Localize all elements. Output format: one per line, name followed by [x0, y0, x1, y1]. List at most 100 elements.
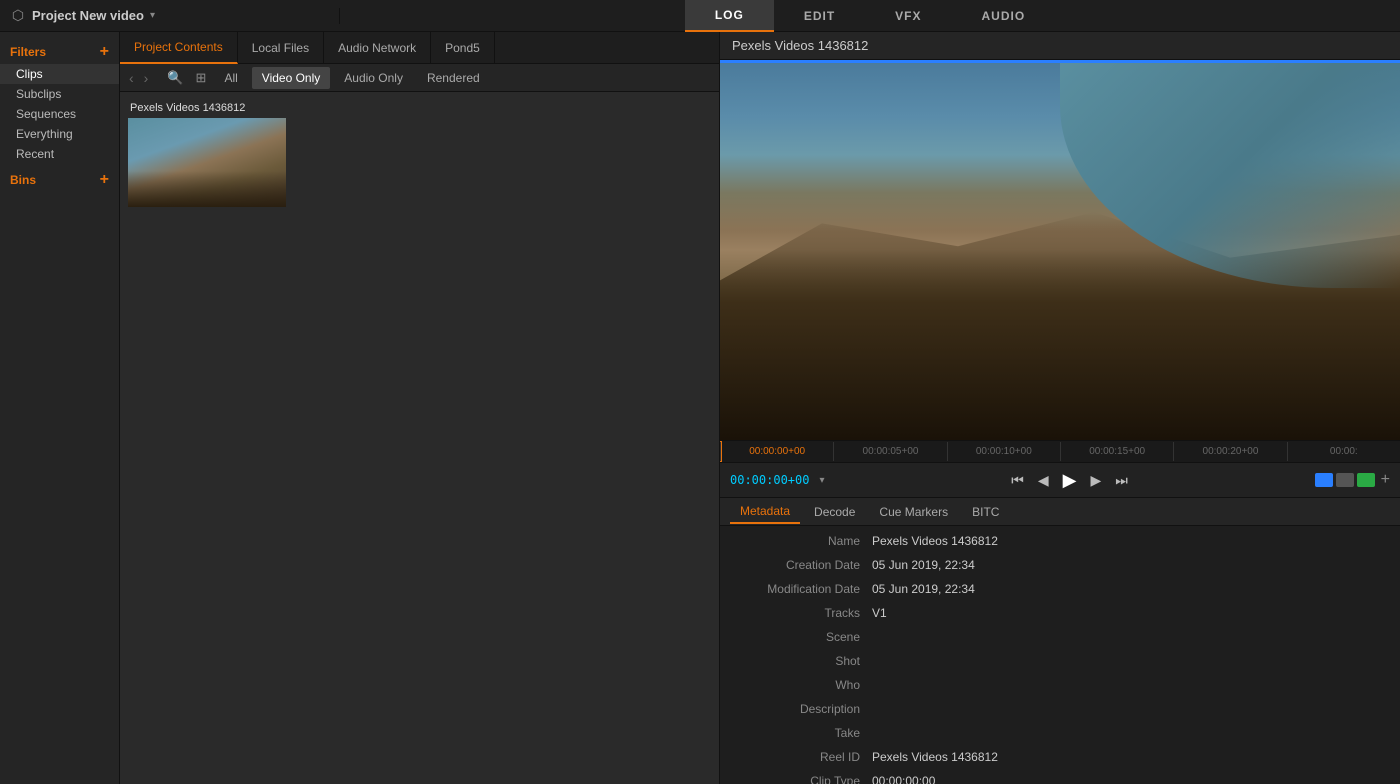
- timecode-4: 00:00:20+00: [1173, 442, 1286, 461]
- left-panel: Filters + Clips Subclips Sequences Every…: [0, 32, 120, 784]
- project-dropdown-icon[interactable]: ▾: [150, 10, 155, 21]
- meta-value: Pexels Videos 1436812: [872, 750, 1388, 764]
- nav-edit[interactable]: EDIT: [774, 0, 865, 32]
- meta-value: 05 Jun 2019, 22:34: [872, 582, 1388, 596]
- meta-value: V1: [872, 606, 1388, 620]
- bins-header: Bins +: [0, 164, 119, 192]
- metadata-row: Scene: [732, 630, 1388, 650]
- meta-tab-bitc[interactable]: BITC: [962, 500, 1009, 524]
- filters-header: Filters +: [0, 40, 119, 64]
- metadata-row: Name Pexels Videos 1436812: [732, 534, 1388, 554]
- meta-tab-cue-markers[interactable]: Cue Markers: [869, 500, 958, 524]
- nav-log[interactable]: LOG: [685, 0, 774, 32]
- preview-title: Pexels Videos 1436812: [720, 32, 1400, 60]
- meta-label: Creation Date: [732, 558, 872, 572]
- content-grid: Pexels Videos 1436812: [120, 92, 719, 784]
- metadata-row: Reel ID Pexels Videos 1436812: [732, 750, 1388, 770]
- next-frame-button[interactable]: ▶: [1087, 470, 1106, 491]
- timecode-dropdown[interactable]: ▾: [819, 475, 824, 486]
- timecode-1: 00:00:05+00: [833, 442, 946, 461]
- timeline-bar[interactable]: 00:00:00+00 00:00:05+00 00:00:10+00 00:0…: [720, 440, 1400, 462]
- subtab-all[interactable]: All: [214, 67, 247, 89]
- metadata-row: Clip Type 00:00:00:00: [732, 774, 1388, 784]
- add-filter-icon[interactable]: +: [100, 44, 109, 60]
- bins-label: Bins: [10, 173, 36, 187]
- metadata-tabs: Metadata Decode Cue Markers BITC: [720, 498, 1400, 526]
- meta-label: Who: [732, 678, 872, 692]
- timecode-0: 00:00:00+00: [720, 442, 833, 461]
- meta-label: Shot: [732, 654, 872, 668]
- search-icon[interactable]: 🔍: [163, 68, 187, 88]
- meta-value: Pexels Videos 1436812: [872, 534, 1388, 548]
- thumb-scene-bg: [128, 118, 286, 207]
- meta-value: 00:00:00:00: [872, 774, 1388, 784]
- metadata-row: Who: [732, 678, 1388, 698]
- meta-label: Tracks: [732, 606, 872, 620]
- audio-channel-2[interactable]: [1336, 473, 1354, 487]
- metadata-row: Tracks V1: [732, 606, 1388, 626]
- forward-arrow[interactable]: ›: [141, 68, 152, 88]
- timecode-3: 00:00:15+00: [1060, 442, 1173, 461]
- audio-channel-1[interactable]: [1315, 473, 1333, 487]
- audio-channel-3[interactable]: [1357, 473, 1375, 487]
- sidebar-item-everything[interactable]: Everything: [0, 124, 119, 144]
- meta-label: Clip Type: [732, 774, 872, 784]
- back-arrow[interactable]: ‹: [126, 68, 137, 88]
- sidebar-item-recent[interactable]: Recent: [0, 144, 119, 164]
- timecode-5: 00:00:: [1287, 442, 1400, 461]
- right-panel: Pexels Videos 1436812 00:00:00+00 00:00:…: [720, 32, 1400, 784]
- nav-arrows: ‹ ›: [126, 68, 151, 88]
- subtab-video-only[interactable]: Video Only: [252, 67, 330, 89]
- meta-tab-metadata[interactable]: Metadata: [730, 500, 800, 524]
- top-bar: ⬡ Project New video ▾ LOG EDIT VFX AUDIO: [0, 0, 1400, 32]
- audio-controls: [1315, 473, 1375, 487]
- playback-controls: 00:00:00+00 ▾ ⏮ ◀ ▶ ▶ ⏭ +: [720, 462, 1400, 498]
- video-scene-bg: [720, 60, 1400, 440]
- add-bin-icon[interactable]: +: [100, 172, 109, 188]
- timecode-2: 00:00:10+00: [947, 442, 1060, 461]
- prev-frame-button[interactable]: ◀: [1034, 470, 1053, 491]
- timecode-display: 00:00:00+00: [730, 473, 809, 487]
- meta-label: Take: [732, 726, 872, 740]
- meta-label: Scene: [732, 630, 872, 644]
- metadata-row: Creation Date 05 Jun 2019, 22:34: [732, 558, 1388, 578]
- metadata-row: Shot: [732, 654, 1388, 674]
- grid-view-icon[interactable]: ⊞: [192, 68, 211, 88]
- video-top-accent: [720, 60, 1400, 63]
- tab-pond5[interactable]: Pond5: [431, 32, 495, 64]
- tab-local-files[interactable]: Local Files: [238, 32, 324, 64]
- nav-vfx[interactable]: VFX: [865, 0, 951, 32]
- subtabs-row: ‹ › 🔍 ⊞ All Video Only Audio Only Render…: [120, 64, 719, 92]
- center-panel: Project Contents Local Files Audio Netwo…: [120, 32, 720, 784]
- timeline-inner: 00:00:00+00 00:00:05+00 00:00:10+00 00:0…: [720, 442, 1400, 461]
- project-title-area: ⬡ Project New video ▾: [0, 8, 340, 24]
- tab-project-contents[interactable]: Project Contents: [120, 32, 238, 64]
- sidebar-item-clips[interactable]: Clips: [0, 64, 119, 84]
- play-button[interactable]: ▶: [1059, 468, 1081, 493]
- main-tabs-row: Project Contents Local Files Audio Netwo…: [120, 32, 719, 64]
- sidebar-item-subclips[interactable]: Subclips: [0, 84, 119, 104]
- filters-label: Filters: [10, 45, 46, 59]
- sidebar-item-sequences[interactable]: Sequences: [0, 104, 119, 124]
- main-area: Filters + Clips Subclips Sequences Every…: [0, 32, 1400, 784]
- top-nav: LOG EDIT VFX AUDIO: [340, 0, 1400, 32]
- metadata-panel: Metadata Decode Cue Markers BITC Name Pe…: [720, 498, 1400, 784]
- add-control-icon[interactable]: +: [1381, 471, 1390, 489]
- meta-tab-decode[interactable]: Decode: [804, 500, 865, 524]
- back-icon[interactable]: ⬡: [10, 8, 26, 24]
- go-start-button[interactable]: ⏮: [1007, 470, 1028, 491]
- metadata-row: Take: [732, 726, 1388, 746]
- subtab-audio-only[interactable]: Audio Only: [334, 67, 413, 89]
- metadata-row: Description: [732, 702, 1388, 722]
- clip-label: Pexels Videos 1436812: [128, 100, 286, 118]
- clip-image: [128, 118, 286, 207]
- subtab-rendered[interactable]: Rendered: [417, 67, 490, 89]
- meta-label: Description: [732, 702, 872, 716]
- metadata-row: Modification Date 05 Jun 2019, 22:34: [732, 582, 1388, 602]
- meta-label: Name: [732, 534, 872, 548]
- tab-audio-network[interactable]: Audio Network: [324, 32, 431, 64]
- nav-audio[interactable]: AUDIO: [952, 0, 1056, 32]
- clip-thumbnail[interactable]: Pexels Videos 1436812: [128, 100, 286, 207]
- go-end-button[interactable]: ⏭: [1111, 470, 1132, 491]
- video-preview[interactable]: [720, 60, 1400, 440]
